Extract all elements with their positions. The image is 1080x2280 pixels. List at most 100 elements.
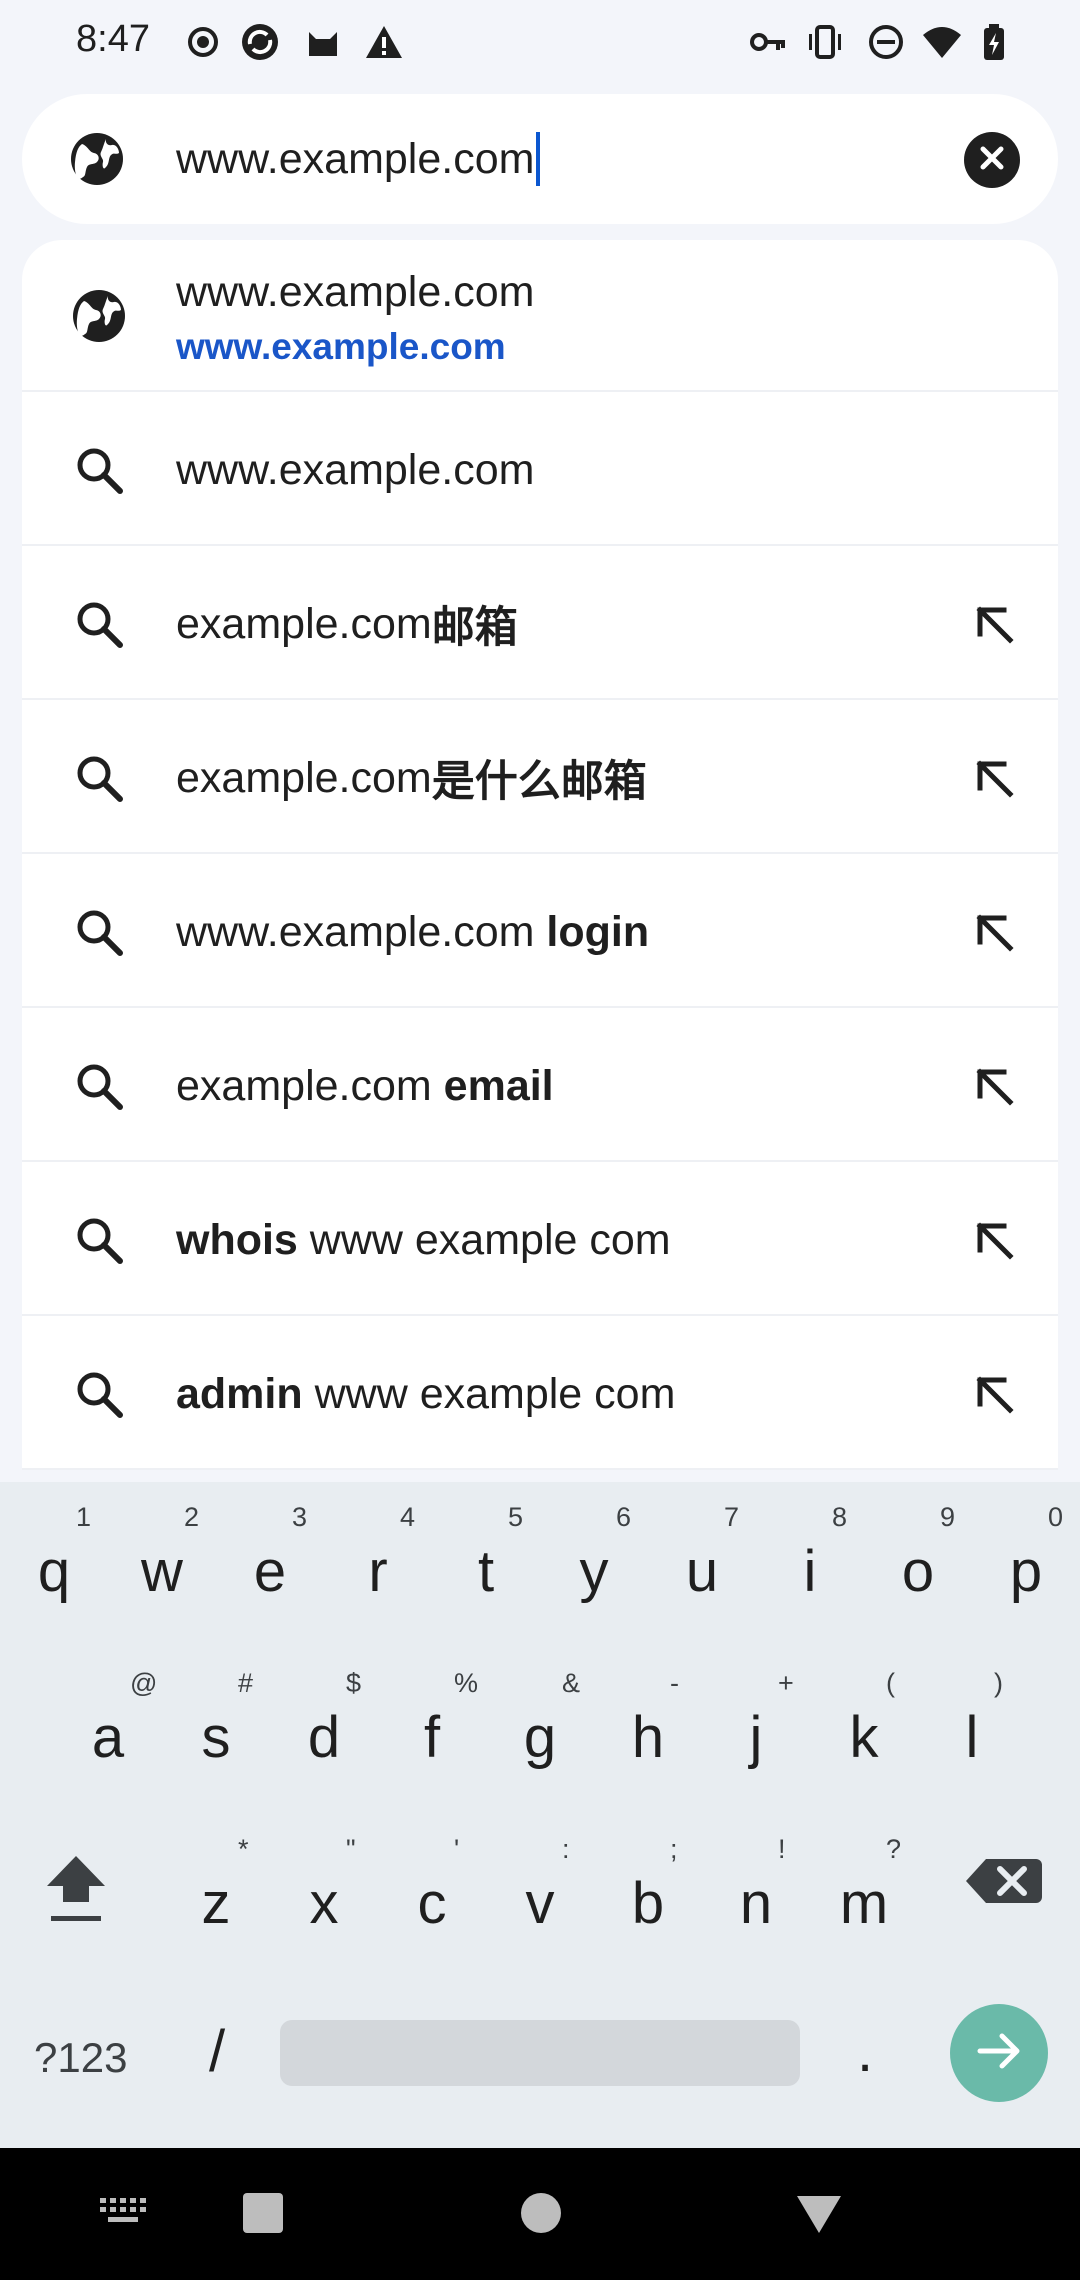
arrow-right-icon xyxy=(974,2026,1024,2081)
key-hint: 2 xyxy=(184,1502,200,1532)
recents-icon[interactable] xyxy=(242,2192,284,2239)
suggestion-part: www example com xyxy=(297,1215,671,1264)
battery-charging-icon xyxy=(974,22,1014,62)
suggestion-text: www.example.com xyxy=(176,394,534,546)
status-time: 8:47 xyxy=(76,18,150,60)
backspace-key[interactable] xyxy=(950,1822,1058,1962)
key-p[interactable]: p xyxy=(972,1502,1080,1642)
suggestion-item[interactable]: example.com 是什么邮箱 xyxy=(22,702,1058,854)
key-n[interactable]: n xyxy=(702,1834,810,1974)
wifi-icon xyxy=(922,22,962,62)
key-q[interactable]: q xyxy=(0,1502,108,1642)
key-e[interactable]: e xyxy=(216,1502,324,1642)
fill-query-arrow-icon[interactable] xyxy=(966,750,1022,806)
search-input[interactable]: www.example.com xyxy=(176,127,541,191)
key-x[interactable]: x xyxy=(270,1834,378,1974)
enter-button[interactable] xyxy=(950,2004,1048,2102)
globe-icon xyxy=(70,287,128,345)
key-hint: - xyxy=(670,1668,679,1698)
key-u[interactable]: u xyxy=(648,1502,756,1642)
suggestion-item[interactable]: example.com email xyxy=(22,1010,1058,1162)
suggestion-item[interactable]: admin www example com xyxy=(22,1318,1058,1470)
fill-query-arrow-icon[interactable] xyxy=(966,1058,1022,1114)
suggestion-text: whois www example com xyxy=(176,1164,671,1316)
status-bar: 8:47 xyxy=(0,0,1080,88)
key-hint: ( xyxy=(886,1668,895,1698)
period-key[interactable]: . xyxy=(810,1982,920,2122)
omnibox[interactable]: www.example.com xyxy=(22,94,1058,224)
key-hint: 7 xyxy=(724,1502,740,1532)
suggestion-bold-part: 邮箱 xyxy=(431,604,518,652)
key-d[interactable]: d xyxy=(270,1668,378,1808)
key-r[interactable]: r xyxy=(324,1502,432,1642)
suggestion-part: example.com xyxy=(176,599,432,648)
search-icon xyxy=(70,1365,128,1423)
search-icon xyxy=(70,441,128,499)
suggestion-part: www example com xyxy=(302,1369,676,1418)
vpn-key-icon xyxy=(748,22,788,62)
shift-key[interactable] xyxy=(22,1822,130,1962)
key-t[interactable]: t xyxy=(432,1502,540,1642)
key-v[interactable]: v xyxy=(486,1834,594,1974)
dnd-icon xyxy=(866,22,906,62)
suggestion-list: www.example.com www.example.com www.exam… xyxy=(22,240,1058,1470)
search-icon xyxy=(70,1057,128,1115)
key-hint: % xyxy=(454,1668,479,1698)
suggestion-part: www.example.com xyxy=(176,445,535,494)
fill-query-arrow-icon[interactable] xyxy=(966,596,1022,652)
key-b[interactable]: b xyxy=(594,1834,702,1974)
record-icon xyxy=(183,22,223,62)
key-hint: 1 xyxy=(76,1502,92,1532)
key-k[interactable]: k xyxy=(810,1668,918,1808)
fill-query-arrow-icon[interactable] xyxy=(966,1212,1022,1268)
slash-key[interactable]: / xyxy=(162,1982,272,2122)
key-hint: 4 xyxy=(400,1502,416,1532)
key-c[interactable]: c xyxy=(378,1834,486,1974)
key-hint: ) xyxy=(994,1668,1003,1698)
search-icon xyxy=(70,595,128,653)
key-z[interactable]: z xyxy=(162,1834,270,1974)
key-m[interactable]: m xyxy=(810,1834,918,1974)
key-hint: 5 xyxy=(508,1502,524,1532)
key-i[interactable]: i xyxy=(756,1502,864,1642)
key-hint: 8 xyxy=(832,1502,848,1532)
shift-icon xyxy=(41,1856,111,1955)
text-caret xyxy=(536,132,541,186)
key-hint: ; xyxy=(670,1834,678,1864)
home-icon[interactable] xyxy=(520,2192,562,2239)
keyboard-switch-icon[interactable] xyxy=(100,2196,146,2233)
suggestion-item[interactable]: example.com 邮箱 xyxy=(22,548,1058,700)
navigation-bar xyxy=(0,2148,1080,2280)
key-hint: * xyxy=(238,1834,249,1864)
fill-query-arrow-icon[interactable] xyxy=(966,904,1022,960)
suggestion-text: example.com 邮箱 xyxy=(176,548,518,700)
soft-keyboard: q 1 w 2 e 3 r 4 t 5 y 6 u 7 i 8 o 9 p 0 a @ s # d $ f% g & h - j + k(l) z *… xyxy=(0,1482,1080,2148)
search-icon xyxy=(70,903,128,961)
key-hint: ? xyxy=(886,1834,902,1864)
key-l[interactable]: l xyxy=(918,1668,1026,1808)
suggestion-title: www.example.com xyxy=(176,268,535,316)
sync-icon xyxy=(240,22,280,62)
key-hint: & xyxy=(562,1668,581,1698)
key-hint: 6 xyxy=(616,1502,632,1532)
vibrate-icon xyxy=(805,22,845,62)
key-h[interactable]: h xyxy=(594,1668,702,1808)
suggestion-item[interactable]: www.example.com login xyxy=(22,856,1058,1008)
suggestion-item-url[interactable]: www.example.com www.example.com xyxy=(22,240,1058,392)
symbols-key[interactable]: ?123 xyxy=(34,2034,127,2082)
spacebar[interactable] xyxy=(280,2020,800,2086)
search-icon xyxy=(70,1211,128,1269)
key-w[interactable]: w xyxy=(108,1502,216,1642)
key-y[interactable]: y xyxy=(540,1502,648,1642)
fill-query-arrow-icon[interactable] xyxy=(966,1366,1022,1422)
key-hint: 3 xyxy=(292,1502,308,1532)
key-j[interactable]: j xyxy=(702,1668,810,1808)
back-icon[interactable] xyxy=(796,2194,842,2239)
key-s[interactable]: s xyxy=(162,1668,270,1808)
clear-button[interactable] xyxy=(964,132,1020,188)
suggestion-part: www.example.com xyxy=(176,907,547,956)
key-o[interactable]: o xyxy=(864,1502,972,1642)
suggestion-item[interactable]: www.example.com xyxy=(22,394,1058,546)
suggestion-item[interactable]: whois www example com xyxy=(22,1164,1058,1316)
suggestion-bold-part: 是什么邮箱 xyxy=(431,758,647,806)
